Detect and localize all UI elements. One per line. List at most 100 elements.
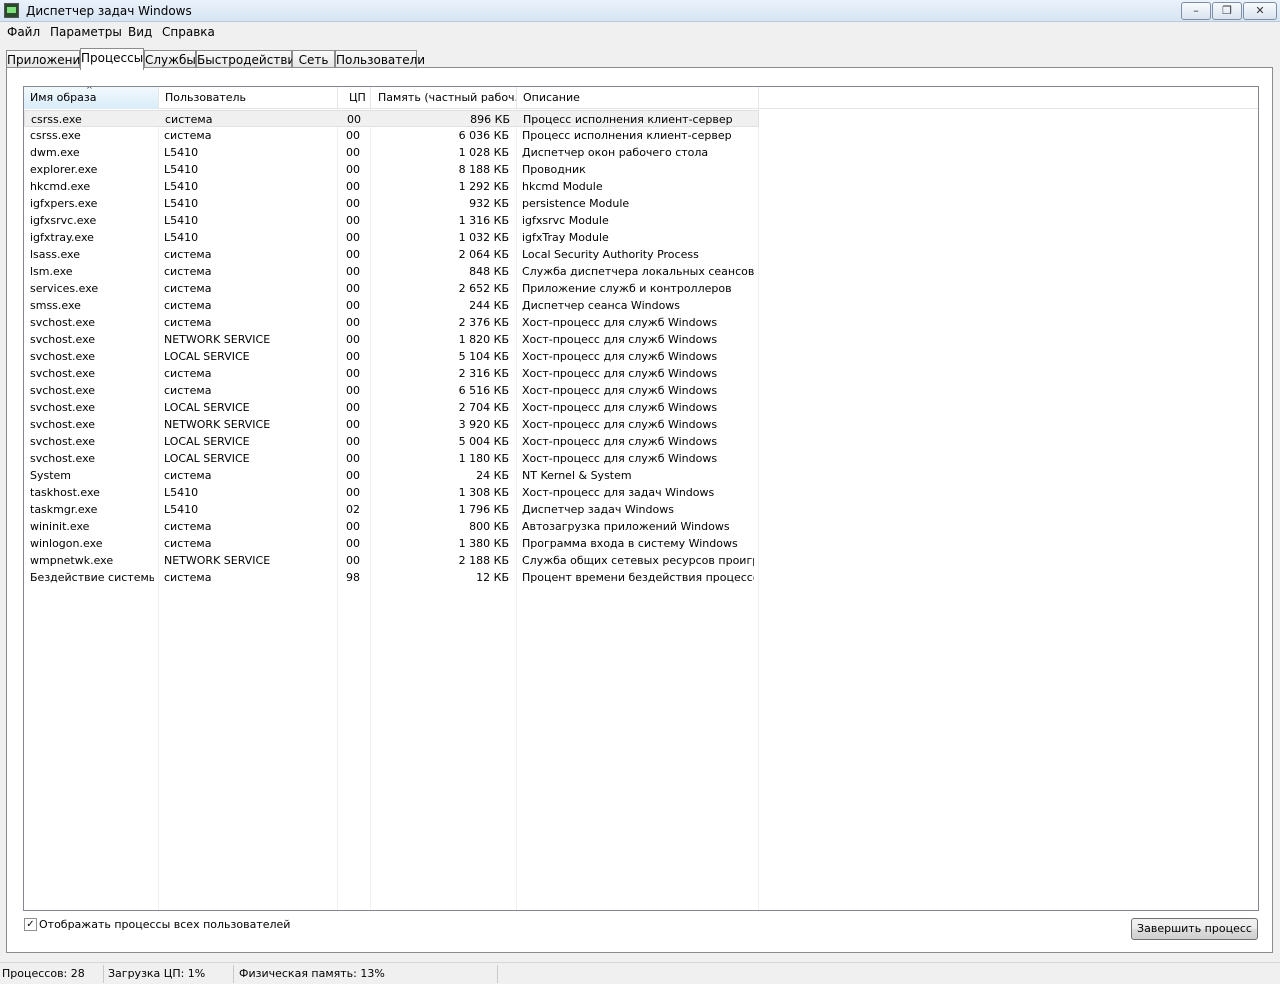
process-row[interactable]: taskmgr.exe L5410 02 1 796 КБ Диспетчер зада… bbox=[24, 501, 759, 518]
cell-description: Хост-процесс для задач Windows bbox=[522, 486, 715, 499]
column-memory[interactable]: Память (частный рабоч... bbox=[371, 87, 517, 109]
menu-options[interactable]: Параметры bbox=[50, 25, 122, 39]
process-row[interactable]: svchost.exe LOCAL SERVICE 00 5 004 КБ Хост-п… bbox=[24, 433, 759, 450]
process-row[interactable]: igfxsrvc.exe L5410 00 1 316 КБ igfxsrvc Modu… bbox=[24, 212, 759, 229]
column-description[interactable]: Описание bbox=[517, 87, 759, 109]
cell-cpu: 00 bbox=[346, 401, 360, 414]
process-row[interactable]: csrss.exe система 00 896 КБ Процесс исполнен… bbox=[24, 110, 759, 127]
menu-bar: Файл Параметры Вид Справка bbox=[0, 22, 1280, 42]
cell-memory: 2 316 КБ bbox=[458, 367, 509, 380]
cell-description: NT Kernel & System bbox=[522, 469, 632, 482]
cell-memory: 1 028 КБ bbox=[458, 146, 509, 159]
cell-user: система bbox=[164, 282, 212, 295]
cell-memory: 848 КБ bbox=[469, 265, 509, 278]
cell-user: система bbox=[164, 537, 212, 550]
cell-memory: 24 КБ bbox=[476, 469, 509, 482]
cell-memory: 1 316 КБ bbox=[458, 214, 509, 227]
menu-help[interactable]: Справка bbox=[162, 25, 215, 39]
end-process-button[interactable]: Завершить процесс bbox=[1131, 918, 1258, 940]
process-row[interactable]: svchost.exe NETWORK SERVICE 00 1 820 КБ Хост… bbox=[24, 331, 759, 348]
cell-cpu: 00 bbox=[346, 231, 360, 244]
cell-user: система bbox=[164, 571, 212, 584]
cell-cpu: 00 bbox=[347, 113, 361, 126]
process-row[interactable]: svchost.exe LOCAL SERVICE 00 1 180 КБ Хост-п… bbox=[24, 450, 759, 467]
cell-description: Автозагрузка приложений Windows bbox=[522, 520, 730, 533]
cell-image-name: taskhost.exe bbox=[30, 486, 100, 499]
cell-image-name: explorer.exe bbox=[30, 163, 98, 176]
cell-description: Диспетчер окон рабочего стола bbox=[522, 146, 709, 159]
cell-cpu: 00 bbox=[346, 350, 360, 363]
column-cpu[interactable]: ЦП bbox=[338, 87, 371, 109]
process-row[interactable]: winlogon.exe система 00 1 380 КБ Программа в… bbox=[24, 535, 759, 552]
cell-memory: 2 704 КБ bbox=[458, 401, 509, 414]
cell-cpu: 00 bbox=[346, 554, 360, 567]
cell-description: persistence Module bbox=[522, 197, 630, 210]
process-row[interactable]: svchost.exe NETWORK SERVICE 00 3 920 КБ Хост… bbox=[24, 416, 759, 433]
process-row[interactable]: igfxtray.exe L5410 00 1 032 КБ igfxTray Modu… bbox=[24, 229, 759, 246]
process-row[interactable]: wininit.exe система 00 800 КБ Автозагрузка п… bbox=[24, 518, 759, 535]
cell-memory: 1 820 КБ bbox=[458, 333, 509, 346]
cell-user: система bbox=[164, 469, 212, 482]
cell-image-name: igfxtray.exe bbox=[30, 231, 94, 244]
process-row[interactable]: svchost.exe система 00 6 516 КБ Хост-процесс… bbox=[24, 382, 759, 399]
process-row[interactable]: svchost.exe система 00 2 316 КБ Хост-процесс… bbox=[24, 365, 759, 382]
process-row[interactable]: hkcmd.exe L5410 00 1 292 КБ hkcmd Module bbox=[24, 178, 759, 195]
minimize-button[interactable]: – bbox=[1181, 2, 1211, 20]
cell-memory: 1 308 КБ bbox=[458, 486, 509, 499]
cell-cpu: 00 bbox=[346, 299, 360, 312]
cell-image-name: svchost.exe bbox=[30, 316, 96, 329]
cell-cpu: 00 bbox=[346, 486, 360, 499]
menu-view[interactable]: Вид bbox=[128, 25, 152, 39]
cell-image-name: svchost.exe bbox=[30, 384, 96, 397]
cell-image-name: hkcmd.exe bbox=[30, 180, 91, 193]
cell-description: Хост-процесс для служб Windows bbox=[522, 316, 718, 329]
cell-image-name: igfxsrvc.exe bbox=[30, 214, 97, 227]
process-row[interactable]: svchost.exe LOCAL SERVICE 00 2 704 КБ Хост-п… bbox=[24, 399, 759, 416]
process-row[interactable]: System система 00 24 КБ NT Kernel & System bbox=[24, 467, 759, 484]
process-row[interactable]: lsm.exe система 00 848 КБ Служба диспетчера … bbox=[24, 263, 759, 280]
column-user[interactable]: Пользователь bbox=[159, 87, 338, 109]
cell-description: Хост-процесс для служб Windows bbox=[522, 418, 718, 431]
cell-image-name: csrss.exe bbox=[31, 113, 82, 126]
cell-cpu: 00 bbox=[346, 333, 360, 346]
process-row[interactable]: csrss.exe система 00 6 036 КБ Процесс исполн… bbox=[24, 127, 759, 144]
process-row[interactable]: taskhost.exe L5410 00 1 308 КБ Хост-процесс … bbox=[24, 484, 759, 501]
process-row[interactable]: svchost.exe LOCAL SERVICE 00 5 104 КБ Хост-п… bbox=[24, 348, 759, 365]
cell-user: система bbox=[165, 113, 213, 126]
process-row[interactable]: wmpnetwk.exe NETWORK SERVICE 00 2 188 КБ Слу… bbox=[24, 552, 759, 569]
cell-description: Хост-процесс для служб Windows bbox=[522, 384, 718, 397]
process-list[interactable]: Имя образа ^ Пользователь ЦП Память (час… bbox=[23, 86, 1259, 911]
process-row[interactable]: smss.exe система 00 244 КБ Диспетчер сеанса … bbox=[24, 297, 759, 314]
cell-user: L5410 bbox=[164, 146, 199, 159]
cell-cpu: 00 bbox=[346, 367, 360, 380]
cell-user: система bbox=[164, 248, 212, 261]
cell-cpu: 00 bbox=[346, 129, 360, 142]
cell-cpu: 00 bbox=[346, 435, 360, 448]
process-row[interactable]: igfxpers.exe L5410 00 932 КБ persistence Mod… bbox=[24, 195, 759, 212]
process-row[interactable]: svchost.exe система 00 2 376 КБ Хост-процесс… bbox=[24, 314, 759, 331]
task-manager-icon bbox=[4, 3, 19, 18]
cell-user: LOCAL SERVICE bbox=[164, 452, 250, 465]
tab-processes[interactable]: Процессы bbox=[80, 48, 144, 70]
process-row[interactable]: services.exe система 00 2 652 КБ Приложение … bbox=[24, 280, 759, 297]
menu-file[interactable]: Файл bbox=[7, 25, 40, 39]
show-all-users-checkbox[interactable]: ✓ bbox=[24, 918, 37, 931]
cell-description: Диспетчер задач Windows bbox=[522, 503, 674, 516]
process-row[interactable]: explorer.exe L5410 00 8 188 КБ Проводник bbox=[24, 161, 759, 178]
cell-memory: 1 032 КБ bbox=[458, 231, 509, 244]
close-button[interactable]: ✕ bbox=[1243, 2, 1277, 20]
cell-cpu: 00 bbox=[346, 146, 360, 159]
cell-description: Проводник bbox=[522, 163, 586, 176]
cell-description: Приложение служб и контроллеров bbox=[522, 282, 732, 295]
maximize-button[interactable]: ❐ bbox=[1212, 2, 1242, 20]
cell-description: Диспетчер сеанса Windows bbox=[522, 299, 681, 312]
cell-image-name: svchost.exe bbox=[30, 452, 96, 465]
cell-cpu: 00 bbox=[346, 197, 360, 210]
cell-user: NETWORK SERVICE bbox=[164, 418, 271, 431]
process-row[interactable]: lsass.exe система 00 2 064 КБ Local Security… bbox=[24, 246, 759, 263]
column-image-name[interactable]: Имя образа ^ bbox=[24, 87, 159, 109]
cell-description: Хост-процесс для служб Windows bbox=[522, 367, 718, 380]
process-row[interactable]: Бездействие системы система 98 12 КБ Процент… bbox=[24, 569, 759, 586]
process-row[interactable]: dwm.exe L5410 00 1 028 КБ Диспетчер окон раб… bbox=[24, 144, 759, 161]
cell-cpu: 00 bbox=[346, 214, 360, 227]
